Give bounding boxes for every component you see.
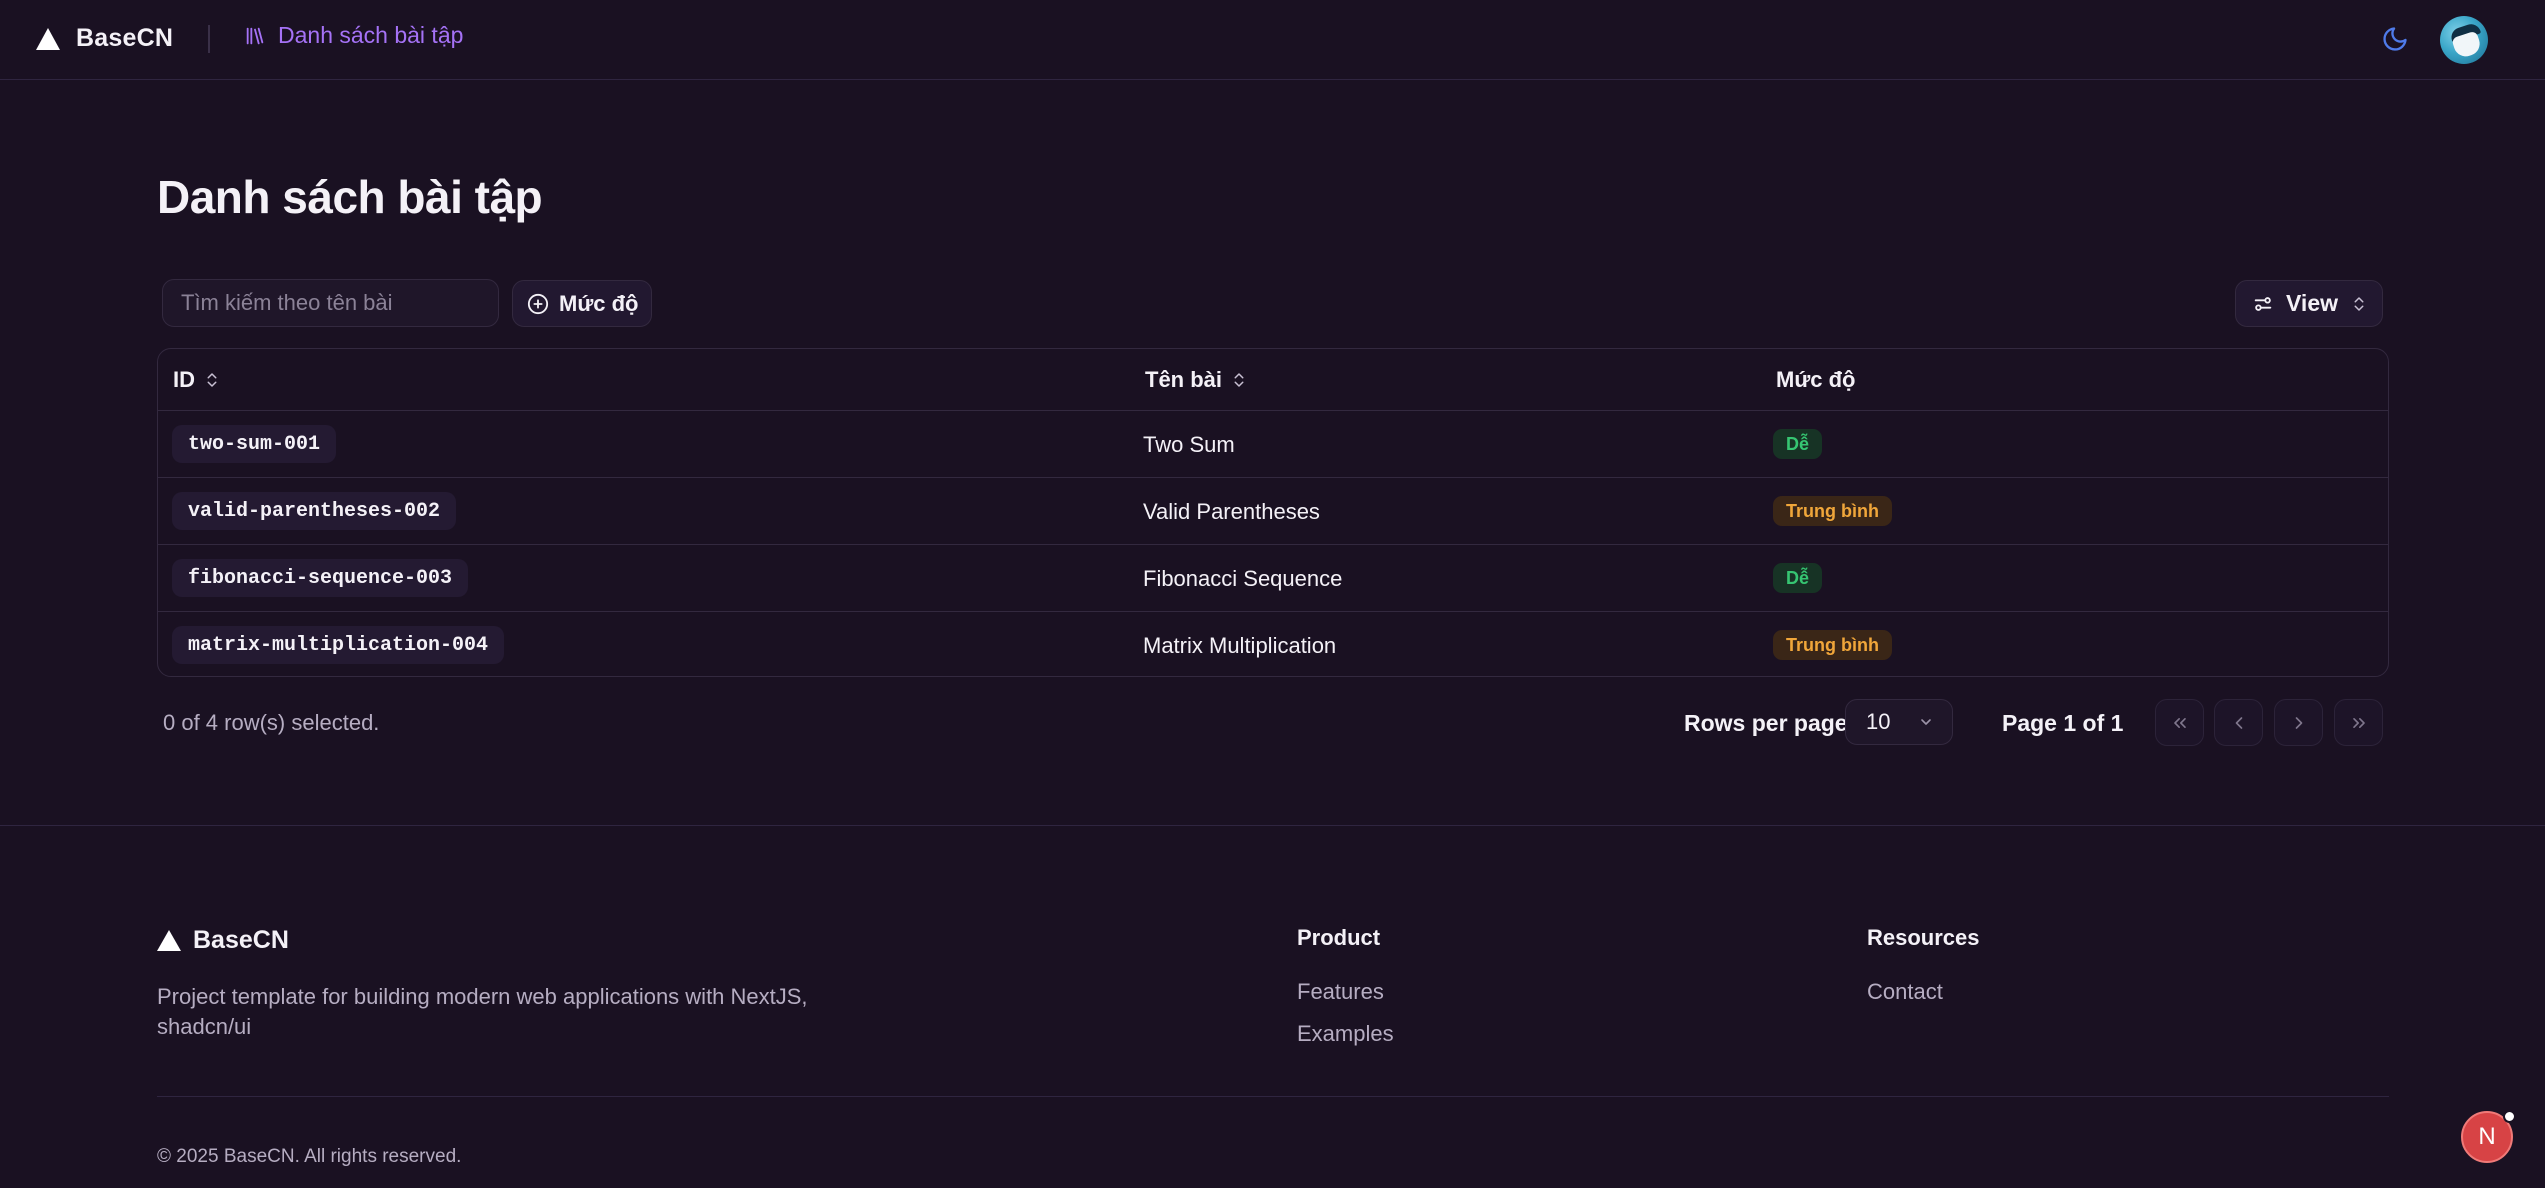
- exercise-name: Valid Parentheses: [1143, 499, 1320, 524]
- theme-toggle-button[interactable]: [2378, 22, 2412, 56]
- sort-icon: [207, 373, 217, 387]
- previous-page-button[interactable]: [2214, 699, 2263, 746]
- first-page-button[interactable]: [2155, 699, 2204, 746]
- chevrons-up-down-icon: [2354, 296, 2364, 311]
- level-badge: Dễ: [1773, 429, 1823, 459]
- nav-exercises-label: Danh sách bài tập: [278, 22, 464, 48]
- dev-badge-letter: N: [2478, 1123, 2496, 1150]
- exercise-id: fibonacci-sequence-003: [172, 559, 469, 597]
- footer-product-title: Product: [1297, 925, 1381, 950]
- table-row[interactable]: fibonacci-sequence-003 Fibonacci Sequenc…: [158, 545, 2388, 612]
- exercises-table: ID Tên bài Mức độ two-sum-001 Two Sum Dễ…: [157, 348, 2389, 677]
- sliders-icon: [2254, 296, 2272, 311]
- rows-per-page-value: 10: [1866, 709, 1891, 734]
- exercise-id: matrix-multiplication-004: [172, 626, 505, 664]
- exercise-id: valid-parentheses-002: [172, 492, 457, 530]
- notification-dot: [2503, 1110, 2516, 1123]
- table-row[interactable]: valid-parentheses-002 Valid Parentheses …: [158, 478, 2388, 545]
- sort-icon: [1234, 373, 1244, 387]
- triangle-logo-icon: [36, 27, 60, 50]
- triangle-logo-icon: [157, 930, 181, 951]
- chevrons-right-icon: [2352, 717, 2365, 728]
- nav-exercises-link[interactable]: Danh sách bài tập: [244, 22, 463, 49]
- rows-per-page-select[interactable]: 10: [1845, 699, 1953, 745]
- exercise-name: Two Sum: [1143, 432, 1235, 457]
- level-badge: Trung bình: [1773, 630, 1892, 660]
- copyright-text: © 2025 BaseCN. All rights reserved.: [157, 1146, 462, 1167]
- footer-bottom-divider: [157, 1096, 2389, 1097]
- column-header-level: Mức độ: [1776, 367, 1856, 392]
- brand-link[interactable]: BaseCN: [36, 24, 173, 53]
- footer-brand-name: BaseCN: [193, 926, 289, 954]
- level-badge: Trung bình: [1773, 496, 1892, 526]
- table-header: ID Tên bài Mức độ: [158, 349, 2388, 411]
- library-icon: [246, 27, 264, 44]
- level-filter-label: Mức độ: [559, 290, 639, 316]
- footer-resources-title: Resources: [1867, 925, 1980, 950]
- footer-link-features[interactable]: Features: [1297, 979, 1384, 1005]
- exercise-name: Fibonacci Sequence: [1143, 566, 1343, 591]
- view-options-button[interactable]: View: [2235, 280, 2383, 327]
- page-title: Danh sách bài tập: [157, 171, 543, 223]
- level-badge: Dễ: [1773, 563, 1823, 593]
- level-filter-button[interactable]: Mức độ: [512, 280, 652, 327]
- moon-icon: [2383, 27, 2407, 51]
- rows-per-page-label: Rows per page: [1684, 710, 1848, 736]
- view-label: View: [2286, 290, 2338, 316]
- plus-circle-icon: [527, 293, 549, 314]
- footer-brand[interactable]: BaseCN: [157, 926, 289, 955]
- column-header-name[interactable]: Tên bài: [1145, 367, 1248, 393]
- selection-status: 0 of 4 row(s) selected.: [163, 710, 380, 735]
- chevron-down-icon: [1921, 719, 1931, 725]
- chevron-left-icon: [2235, 716, 2242, 729]
- brand-name: BaseCN: [76, 24, 174, 52]
- footer-link-examples[interactable]: Examples: [1297, 1021, 1394, 1047]
- exercise-name: Matrix Multiplication: [1143, 633, 1337, 658]
- next-page-button[interactable]: [2274, 699, 2323, 746]
- column-header-id[interactable]: ID: [173, 367, 221, 393]
- search-input[interactable]: [162, 279, 499, 327]
- table-row[interactable]: matrix-multiplication-004 Matrix Multipl…: [158, 612, 2388, 676]
- chevron-right-icon: [2295, 716, 2302, 729]
- footer-description: Project template for building modern web…: [157, 984, 808, 1039]
- footer-link-contact[interactable]: Contact: [1867, 979, 1943, 1005]
- chevrons-left-icon: [2173, 717, 2186, 728]
- table-row[interactable]: two-sum-001 Two Sum Dễ: [158, 411, 2388, 478]
- last-page-button[interactable]: [2334, 699, 2383, 746]
- exercise-id: two-sum-001: [172, 425, 337, 463]
- footer-divider: [0, 825, 2545, 826]
- user-avatar[interactable]: [2440, 16, 2488, 64]
- header-divider: [208, 25, 210, 53]
- page-info: Page 1 of 1: [2002, 710, 2124, 736]
- top-header: BaseCN Danh sách bài tập: [0, 0, 2545, 80]
